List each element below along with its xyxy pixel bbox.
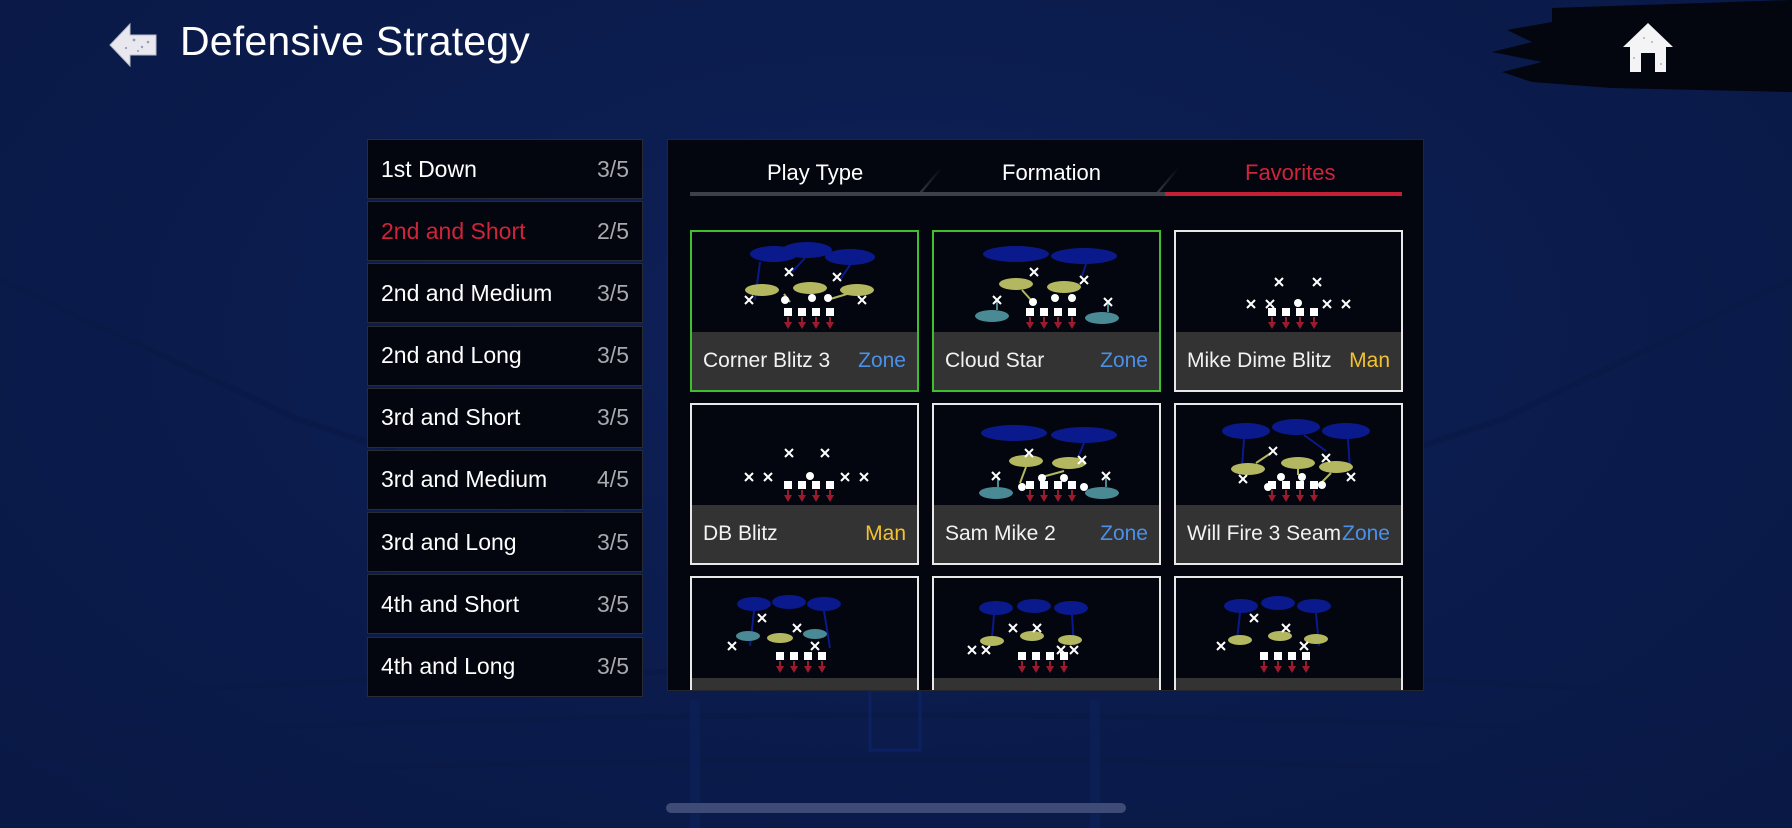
tab-favorites[interactable]: Favorites	[1245, 160, 1335, 186]
play-card-footer	[934, 678, 1159, 690]
down-label: 4th and Long	[381, 653, 516, 679]
down-item[interactable]: 4th and Long 3/5	[367, 636, 643, 697]
play-card-footer	[692, 678, 917, 690]
down-label: 3rd and Medium	[381, 466, 548, 493]
tab-play-type[interactable]: Play Type	[767, 160, 863, 186]
coverage-type: Zone	[1342, 522, 1390, 545]
down-item[interactable]: 4th and Short 3/5	[367, 574, 643, 635]
play-card[interactable]: Mike Dime Blitz Man	[1174, 230, 1403, 392]
tab-formation[interactable]: Formation	[1002, 160, 1101, 186]
play-card[interactable]	[932, 576, 1161, 690]
coverage-type: Man	[1349, 349, 1390, 372]
play-diagram	[744, 448, 869, 502]
down-count: 3/5	[597, 653, 629, 679]
home-indicator-bar[interactable]	[666, 803, 1126, 813]
down-item[interactable]: 2nd and Long 3/5	[367, 325, 643, 386]
play-card[interactable]: Sam Mike 2 Zone	[932, 403, 1161, 565]
down-count: 3/5	[597, 342, 629, 369]
play-card[interactable]: Corner Blitz 3 Zone	[690, 230, 919, 392]
coverage-type: Zone	[1100, 522, 1148, 545]
home-button[interactable]	[1620, 20, 1676, 74]
down-count: 3/5	[597, 590, 629, 617]
down-label: 3rd and Long	[381, 528, 517, 555]
play-diagram	[1216, 596, 1331, 673]
play-card[interactable]	[690, 576, 919, 690]
play-card[interactable]: Cloud Star Zone	[932, 230, 1161, 392]
play-name: Sam Mike 2	[945, 522, 1056, 545]
play-card-footer: Will Fire 3 Seam Zone	[1176, 505, 1401, 563]
play-card-footer: DB Blitz Man	[692, 505, 917, 563]
play-card[interactable]	[1174, 576, 1403, 690]
play-card-footer: Sam Mike 2 Zone	[934, 505, 1159, 563]
play-name: Cloud Star	[945, 349, 1045, 372]
down-label: 4th and Short	[381, 590, 520, 617]
down-item[interactable]: 3rd and Medium 4/5	[367, 449, 643, 510]
play-diagram	[979, 425, 1119, 502]
tab-bar: Play Type Formation Favorites	[690, 140, 1402, 200]
home-icon	[1623, 23, 1673, 72]
play-diagram	[744, 242, 875, 329]
down-distance-list: 1st Down 3/5 2nd and Short 2/5 2nd and Mediu…	[367, 139, 643, 697]
play-diagram	[975, 246, 1119, 329]
down-label: 3rd and Short	[381, 404, 521, 431]
play-diagram	[1222, 419, 1370, 502]
play-card[interactable]: DB Blitz Man	[690, 403, 919, 565]
play-diagram	[1246, 277, 1351, 329]
down-item[interactable]: 1st Down 3/5	[367, 139, 643, 199]
play-name: Mike Dime Blitz	[1187, 349, 1332, 372]
coverage-type: Zone	[858, 349, 906, 372]
play-name: Will Fire 3 Seam	[1187, 522, 1342, 545]
play-diagram	[967, 599, 1088, 673]
play-card-footer: Cloud Star Zone	[934, 332, 1159, 390]
down-label: 2nd and Short	[381, 217, 526, 244]
down-item[interactable]: 2nd and Short 2/5	[367, 201, 643, 262]
play-name: DB Blitz	[703, 522, 778, 545]
down-count: 3/5	[597, 404, 629, 431]
down-item[interactable]: 2nd and Medium 3/5	[367, 263, 643, 324]
play-card-footer: Corner Blitz 3 Zone	[692, 332, 917, 390]
play-card-footer: Mike Dime Blitz Man	[1176, 332, 1401, 390]
down-item[interactable]: 3rd and Long 3/5	[367, 512, 643, 573]
back-arrow-icon	[109, 22, 157, 68]
play-panel: Play Type Formation Favorites Corner Bli…	[667, 139, 1424, 691]
down-count: 3/5	[597, 279, 629, 306]
down-count: 4/5	[597, 466, 629, 493]
coverage-type: Zone	[1100, 349, 1148, 372]
play-card[interactable]: Will Fire 3 Seam Zone	[1174, 403, 1403, 565]
play-diagram	[727, 595, 841, 673]
back-button[interactable]	[108, 20, 158, 70]
coverage-type: Man	[865, 522, 906, 545]
down-label: 2nd and Medium	[381, 279, 553, 306]
down-count: 3/5	[597, 155, 629, 182]
down-count: 3/5	[597, 528, 629, 555]
down-count: 2/5	[597, 217, 629, 244]
page-title: Defensive Strategy	[180, 18, 530, 64]
down-item[interactable]: 3rd and Short 3/5	[367, 387, 643, 448]
play-card-footer	[1176, 678, 1401, 690]
down-label: 2nd and Long	[381, 342, 522, 369]
tab-active-indicator	[1165, 192, 1402, 196]
play-name: Corner Blitz 3	[703, 349, 831, 372]
down-label: 1st Down	[381, 155, 477, 182]
